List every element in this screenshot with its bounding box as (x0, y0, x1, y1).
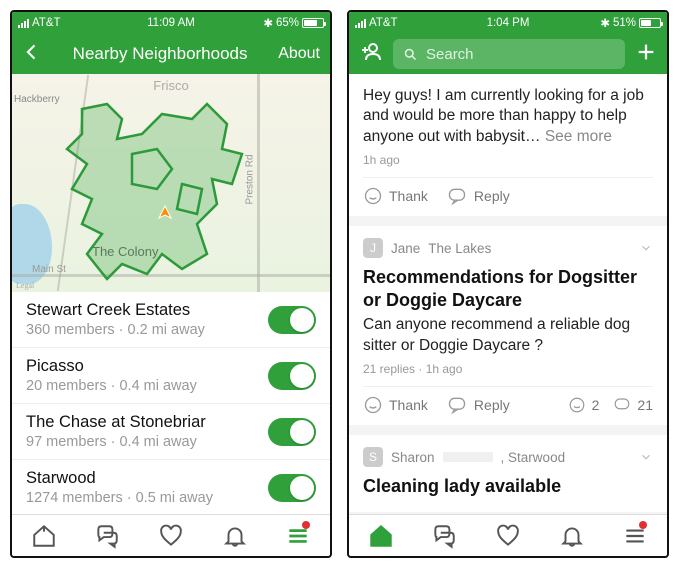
battery-icon (639, 18, 661, 28)
phone-left: AT&T 11:09 AM ✱ 65% Nearby Neighborhoods… (10, 10, 332, 558)
post-actions: Thank Reply 2 21 (363, 386, 653, 415)
about-link[interactable]: About (278, 45, 320, 63)
header: Search (349, 34, 667, 74)
neighborhood-meta: 1274 members · 0.5 mi away (26, 490, 268, 506)
tab-notifications-icon[interactable] (222, 523, 248, 549)
tab-favorites-icon[interactable] (495, 523, 521, 549)
author-area: The Lakes (428, 241, 491, 256)
search-placeholder: Search (426, 46, 474, 63)
neighborhood-name: Picasso (26, 357, 268, 376)
reply-button[interactable]: Reply (446, 395, 510, 415)
post-header: J Jane The Lakes (363, 238, 653, 258)
notification-badge-icon (639, 521, 647, 529)
compose-icon[interactable] (635, 41, 657, 68)
tab-home-icon[interactable] (368, 523, 394, 549)
smile-icon (363, 186, 383, 206)
neighborhood-meta: 360 members · 0.2 mi away (26, 322, 268, 338)
post-card[interactable]: Hey guys! I am currently looking for a j… (349, 74, 667, 216)
post-card[interactable]: S Sharon , Starwood Cleaning lady availa… (349, 435, 667, 512)
post-body: Hey guys! I am currently looking for a j… (363, 86, 653, 147)
status-bar: AT&T 11:09 AM ✱ 65% (12, 12, 330, 34)
post-title: Cleaning lady available (363, 475, 653, 498)
header: Nearby Neighborhoods About (12, 34, 330, 74)
add-person-icon[interactable] (359, 40, 383, 69)
neighborhood-row[interactable]: The Chase at Stonebriar 97 members · 0.4 … (12, 404, 330, 460)
post-meta: 21 replies · 1h ago (363, 362, 653, 376)
search-icon (403, 47, 418, 62)
tab-bar (349, 514, 667, 556)
comments-count[interactable]: 21 (613, 396, 653, 414)
tab-chat-icon[interactable] (431, 523, 457, 549)
battery-pct: 65% (276, 17, 299, 29)
bluetooth-icon: ✱ (600, 16, 610, 30)
redacted-text (443, 452, 493, 462)
neighborhood-meta: 97 members · 0.4 mi away (26, 434, 268, 450)
battery-pct: 51% (613, 17, 636, 29)
smile-icon (568, 396, 586, 414)
signal-icon (18, 19, 29, 28)
avatar[interactable]: S (363, 447, 383, 467)
city-label: Frisco (153, 78, 188, 93)
neighborhood-row[interactable]: Starwood 1274 members · 0.5 mi away (12, 460, 330, 514)
tab-bar (12, 514, 330, 556)
reply-button[interactable]: Reply (446, 186, 510, 206)
toggle-switch[interactable] (268, 306, 316, 334)
phone-right: AT&T 1:04 PM ✱ 51% Search Hey guys! I am… (347, 10, 669, 558)
page-title: Nearby Neighborhoods (52, 44, 268, 64)
post-body: Can anyone recommend a reliable dog sitt… (363, 315, 653, 356)
neighborhood-name: Stewart Creek Estates (26, 301, 268, 320)
thank-button[interactable]: Thank (363, 395, 428, 415)
neighborhood-meta: 20 members · 0.4 mi away (26, 378, 268, 394)
notification-badge-icon (302, 521, 310, 529)
author-name[interactable]: Sharon (391, 450, 435, 465)
post-header: S Sharon , Starwood (363, 447, 653, 467)
battery-icon (302, 18, 324, 28)
bluetooth-icon: ✱ (263, 16, 273, 30)
post-time: 1h ago (363, 153, 653, 167)
comment-icon (446, 186, 468, 206)
status-bar: AT&T 1:04 PM ✱ 51% (349, 12, 667, 34)
author-name[interactable]: Jane (391, 241, 420, 256)
post-actions: Thank Reply (363, 177, 653, 206)
carrier: AT&T (32, 17, 61, 29)
tab-favorites-icon[interactable] (158, 523, 184, 549)
tab-notifications-icon[interactable] (559, 523, 585, 549)
see-more-link[interactable]: See more (545, 128, 612, 145)
neighborhood-name: Starwood (26, 469, 268, 488)
location-marker-icon (157, 204, 173, 220)
toggle-switch[interactable] (268, 474, 316, 502)
feed: Hey guys! I am currently looking for a j… (349, 74, 667, 514)
map[interactable]: Preston Rd Main St Hackberry The Colony … (12, 74, 330, 292)
neighborhood-row[interactable]: Picasso 20 members · 0.4 mi away (12, 348, 330, 404)
carrier: AT&T (369, 17, 398, 29)
toggle-switch[interactable] (268, 362, 316, 390)
toggle-switch[interactable] (268, 418, 316, 446)
thank-button[interactable]: Thank (363, 186, 428, 206)
neighborhood-row[interactable]: Stewart Creek Estates 360 members · 0.2 m… (12, 292, 330, 348)
tab-chat-icon[interactable] (94, 523, 120, 549)
post-card[interactable]: J Jane The Lakes Recommendations for Dog… (349, 226, 667, 425)
chevron-down-icon[interactable] (639, 450, 653, 464)
signal-icon (355, 19, 366, 28)
avatar[interactable]: J (363, 238, 383, 258)
comment-icon (613, 396, 631, 414)
neighborhood-list: Stewart Creek Estates 360 members · 0.2 m… (12, 292, 330, 514)
post-title: Recommendations for Dogsitter or Doggie … (363, 266, 653, 311)
likes-count[interactable]: 2 (568, 396, 600, 414)
comment-icon (446, 395, 468, 415)
tab-home-icon[interactable] (31, 523, 57, 549)
smile-icon (363, 395, 383, 415)
neighborhood-name: The Chase at Stonebriar (26, 413, 268, 432)
legal-link[interactable]: Legal (16, 281, 34, 290)
back-arrow-icon[interactable] (22, 42, 42, 67)
search-input[interactable]: Search (393, 39, 625, 69)
author-area: , Starwood (501, 450, 566, 465)
chevron-down-icon[interactable] (639, 241, 653, 255)
